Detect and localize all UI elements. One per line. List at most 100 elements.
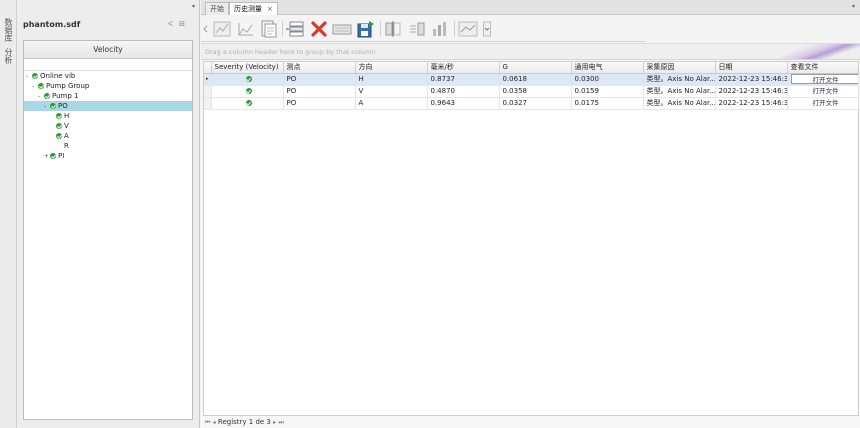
dock-icon[interactable]: ⊟ [179,20,191,28]
ge-cell: 0.0300 [571,73,644,86]
severity-cell [211,85,284,98]
status-ok-icon [44,93,50,99]
column-header-mm-s[interactable]: 毫米/秒 [427,62,500,74]
tree-node-label: Online vib [40,72,76,80]
row-indicator[interactable]: ▸ [204,73,212,86]
pin-icon[interactable]: ᐸ [168,20,179,28]
ge-cell: 0.0175 [571,97,644,110]
bar-chart-icon[interactable] [430,19,450,39]
toolbar-underline [201,41,645,42]
main-area: 开始 历史测量 × ▾ Drag a column header here to … [201,0,860,428]
pager: ⏮ ◂ Registry 1 de 3 ▸ ⏭ [205,417,284,427]
tree-node[interactable]: A [24,131,69,141]
chart-icon[interactable] [212,19,232,39]
open-file-button[interactable]: 打开文件 [791,86,858,96]
open-file-button[interactable]: 打开文件 [791,98,858,108]
align-right-icon[interactable] [407,19,427,39]
align-left-icon[interactable] [383,19,403,39]
tab-start-label: 开始 [210,5,224,13]
tree-node-label: A [64,132,69,140]
column-header-severity[interactable]: Severity (Velocity) [211,62,284,74]
measurement-grid: Severity (Velocity) 测点 方向 毫米/秒 G 通用电气 采集… [203,61,859,416]
status-ok-icon [245,88,252,94]
direction-cell: A [355,97,428,110]
table-row[interactable]: PO V 0.4870 0.0358 0.0159 类型。Axis No Alar... 2… [204,85,859,98]
tree-node-label: V [64,122,69,130]
pager-last-icon[interactable]: ⏭ [278,419,283,426]
tree-node[interactable]: H [24,111,69,121]
tree-node-label: PI [58,152,65,160]
toolbar [201,15,860,43]
column-header-date[interactable]: 日期 [715,62,788,74]
tree-node-label: Pump 1 [52,92,79,100]
pager-next-icon[interactable]: ▸ [273,419,276,426]
pager-prev-icon[interactable]: ◂ [213,419,216,426]
pager-first-icon[interactable]: ⏮ [205,419,210,426]
hierarchy-tree: Velocity - Online vib - Pump Group - Pump 1-P… [23,40,193,420]
panel-caret-icon[interactable]: ▾ [192,3,195,10]
dropdown-icon[interactable] [483,19,491,39]
reason-cell: 类型。Axis No Alar... [643,97,716,110]
tree-filter-row[interactable] [24,59,192,71]
table-row[interactable]: PO A 0.9643 0.0327 0.0175 类型。Axis No Alar... 2… [204,97,859,110]
group-by-panel[interactable]: Drag a column header here to group by th… [201,43,860,60]
table-row[interactable]: ▸ PO H 0.8737 0.0618 0.0300 类型。Axis No Alar...… [204,73,859,86]
view-file-cell: 打开文件 [787,73,859,86]
row-indicator[interactable] [204,97,212,110]
view-file-cell: 打开文件 [787,97,859,110]
trend-icon[interactable] [458,19,478,39]
reason-cell: 类型。Axis No Alar... [643,85,716,98]
tree-node[interactable]: R [24,141,69,151]
decorative-swoosh [780,44,860,59]
panel-title-icons: ᐸ⊟ [168,20,191,28]
row-indicator[interactable] [204,85,212,98]
side-tab-database[interactable]: 数据库 [3,18,14,42]
tree-node[interactable]: - Pump Group [24,81,89,91]
close-tab-icon[interactable]: × [267,5,273,13]
row-indicator-header [204,62,212,74]
tree-node-label: PO [58,102,68,110]
column-header-reason[interactable]: 采集原因 [643,62,716,74]
document-icon[interactable] [258,19,278,39]
save-export-icon[interactable] [356,19,376,39]
column-header-ge[interactable]: 通用电气 [571,62,644,74]
tree-node[interactable]: - PO [24,101,192,111]
side-tab-analysis[interactable]: 分析 [3,48,14,64]
panel-title: phantom.sdf [23,20,81,29]
column-header-point[interactable]: 测点 [283,62,356,74]
mm-s-cell: 0.8737 [427,73,500,86]
chart-small-icon[interactable] [236,19,256,39]
keyboard-icon[interactable] [332,19,352,39]
status-ok-icon [38,83,44,89]
g-cell: 0.0358 [499,85,572,98]
row-insert-icon[interactable] [285,19,305,39]
g-cell: 0.0618 [499,73,572,86]
tree-node[interactable]: - Online vib [24,71,75,81]
tree-column-header[interactable]: Velocity [24,41,192,59]
toolbar-separator [454,21,455,37]
column-header-view-file[interactable]: 查看文件 [787,62,859,74]
column-header-g[interactable]: G [499,62,572,74]
expand-icon[interactable]: + [44,152,50,162]
status-ok-icon [56,123,62,129]
tab-history-label: 历史测量 [234,5,262,13]
open-file-button[interactable]: 打开文件 [790,74,857,84]
tab-history-measurement[interactable]: 历史测量 × [229,2,278,15]
grid-body: ▸ PO H 0.8737 0.0618 0.0300 类型。Axis No Alar...… [204,73,859,110]
tree-node[interactable]: - Pump 1 [24,91,78,101]
tabs-menu-caret-icon[interactable]: ▾ [852,3,855,10]
tree-node-label: H [64,112,70,120]
status-ok-icon [32,73,38,79]
tab-start[interactable]: 开始 [205,2,229,15]
delete-icon[interactable] [309,19,329,39]
column-header-direction[interactable]: 方向 [355,62,428,74]
reason-cell: 类型。Axis No Alar... [643,73,716,86]
tree-node[interactable]: + PI [24,151,64,161]
date-cell: 2022-12-23 15:46:34 [715,85,788,98]
date-cell: 2022-12-23 15:46:34 [715,97,788,110]
status-ok-icon [50,103,56,109]
date-cell: 2022-12-23 15:46:34 [715,73,788,86]
nav-left-icon[interactable] [202,19,210,39]
grid-header-row: Severity (Velocity) 测点 方向 毫米/秒 G 通用电气 采集… [204,62,859,74]
tree-node[interactable]: V [24,121,69,131]
